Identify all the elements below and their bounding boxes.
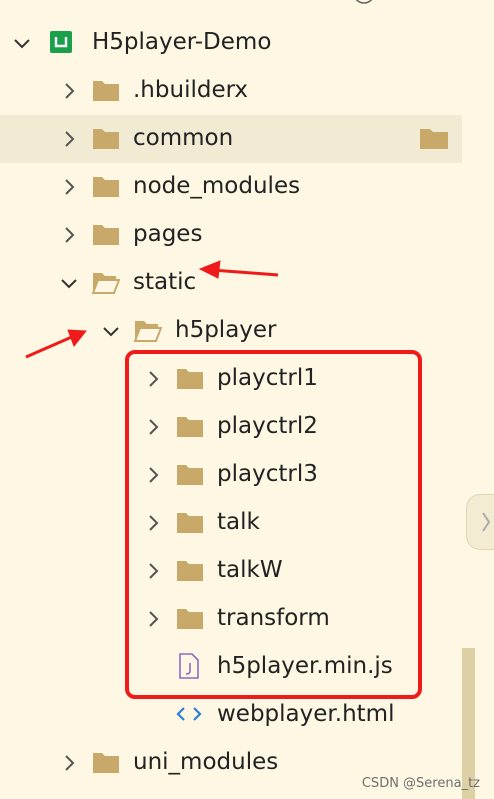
annotation-arrows	[25, 260, 279, 359]
panel-resize-handle[interactable]	[466, 494, 494, 550]
watermark: CSDN @Serena_tz	[361, 776, 480, 791]
arrow-to-h5player	[25, 329, 87, 359]
arrow-to-static	[198, 260, 279, 279]
